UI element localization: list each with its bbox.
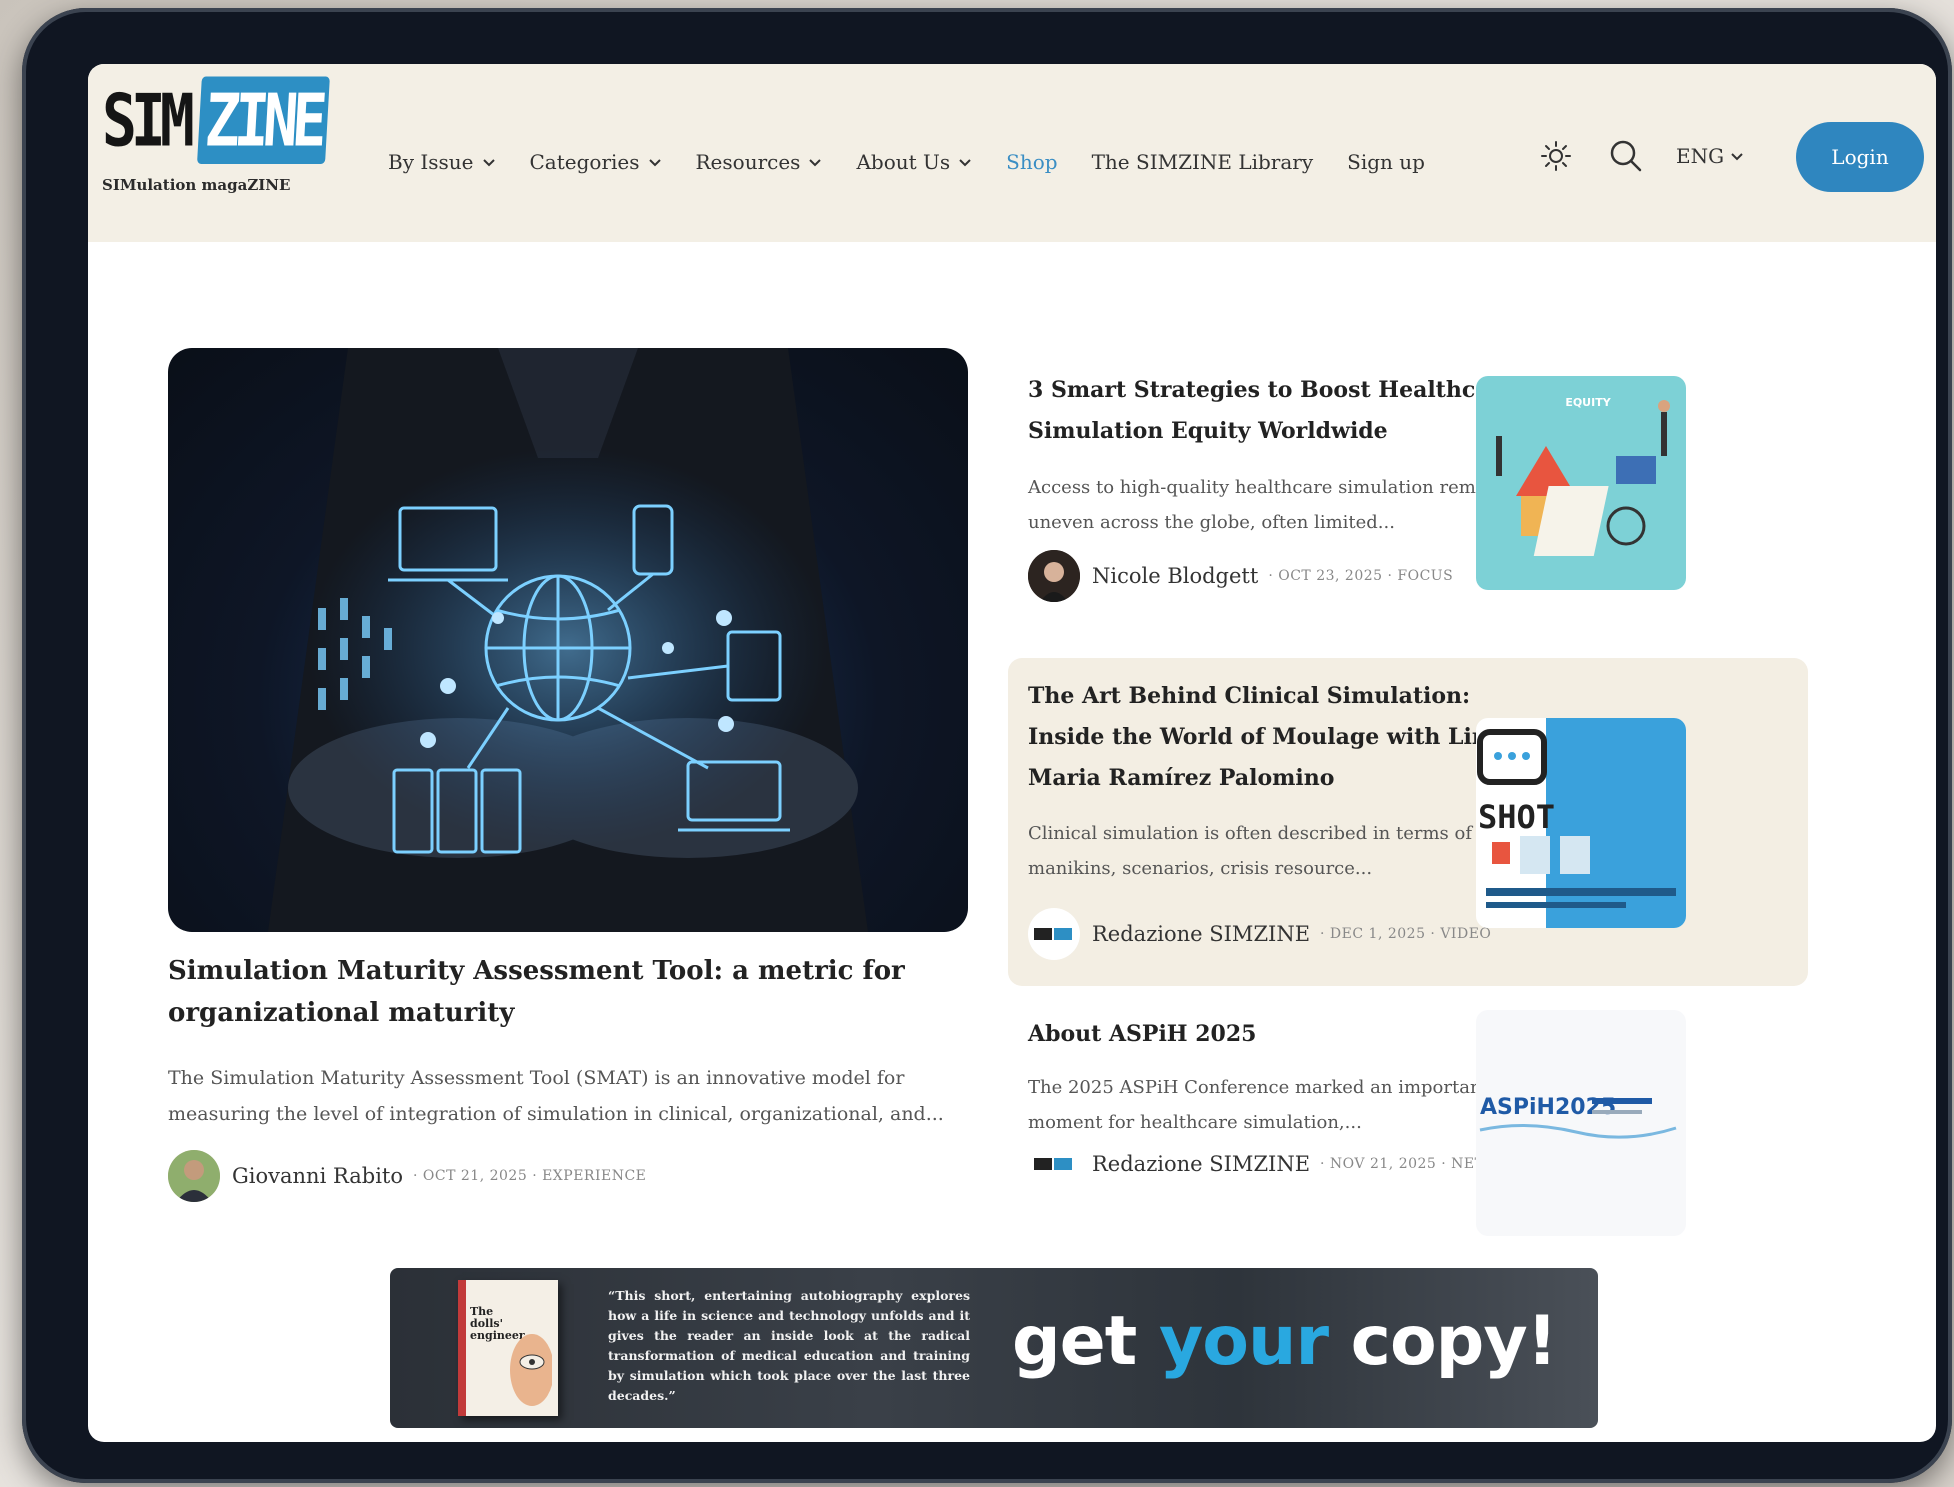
article-thumbnail[interactable]: EQUITY — [1476, 376, 1686, 590]
avatar[interactable] — [1028, 1138, 1080, 1190]
main-nav: By Issue Categories Resources About Us S… — [388, 142, 1459, 182]
search-icon — [1610, 140, 1642, 172]
get-your-copy-cta[interactable]: get your copy! — [1012, 1292, 1558, 1392]
nav-label: Categories — [529, 150, 640, 174]
header-tools: ENG — [1536, 136, 1778, 176]
chevron-down-icon — [482, 159, 495, 167]
avatar[interactable] — [1028, 908, 1080, 960]
featured-article-excerpt: The Simulation Maturity Assessment Tool … — [168, 1067, 944, 1125]
simzine-logo-icon — [1034, 1158, 1072, 1170]
article-meta: Redazione SIMZINE · NOV 21, 2025 · NETWO… — [1028, 1138, 1533, 1190]
simzine-logo-icon — [1034, 928, 1072, 940]
article-meta: Redazione SIMZINE · DEC 1, 2025 · VIDEO — [1028, 908, 1491, 960]
featured-article-image[interactable] — [168, 348, 968, 932]
article-meta: Nicole Blodgett · OCT 23, 2025 · FOCUS — [1028, 550, 1453, 602]
promo-quote: “This short, entertaining autobiography … — [608, 1288, 970, 1403]
logo-zine-text: ZINE — [196, 76, 330, 164]
author-name[interactable]: Giovanni Rabito — [232, 1164, 403, 1188]
logo-mark: SIM ZINE — [102, 76, 330, 164]
health-equity-illustration: EQUITY — [1476, 376, 1686, 590]
avatar[interactable] — [168, 1150, 220, 1202]
logo-tagline: SIMulation magaZINE — [102, 176, 291, 194]
featured-article-title[interactable]: Simulation Maturity Assessment Tool: a m… — [168, 950, 968, 1034]
article-date-category: · DEC 1, 2025 · VIDEO — [1320, 926, 1492, 942]
nav-by-issue[interactable]: By Issue — [388, 150, 496, 174]
login-button[interactable]: Login — [1796, 122, 1924, 192]
author-name[interactable]: Nicole Blodgett — [1092, 564, 1258, 588]
author-avatar-icon — [168, 1150, 220, 1202]
article-excerpt: The 2025 ASPiH Conference marked an impo… — [1028, 1077, 1489, 1133]
tablet-frame: SIM ZINE SIMulation magaZINE By Issue Ca… — [22, 8, 1952, 1483]
author-name[interactable]: Redazione SIMZINE — [1092, 1152, 1310, 1176]
thumb-label: EQUITY — [1565, 396, 1611, 409]
article-excerpt: Clinical simulation is often described i… — [1028, 823, 1472, 879]
nav-shop[interactable]: Shop — [1006, 150, 1057, 174]
article-title[interactable]: The Art Behind Clinical Simulation: Insi… — [1028, 676, 1528, 799]
cta-text: get — [1012, 1302, 1159, 1381]
author-avatar-icon — [1028, 550, 1080, 602]
nav-label: About Us — [856, 150, 951, 174]
nav-simzine-library[interactable]: The SIMZINE Library — [1092, 150, 1314, 174]
book-face-illustration — [510, 1334, 552, 1406]
article-thumbnail[interactable]: ASPiH2025 — [1476, 1010, 1686, 1236]
nav-label: Shop — [1006, 150, 1058, 174]
article-card[interactable]: 3 Smart Strategies to Boost Healthcare S… — [1008, 350, 1808, 602]
article-thumbnail[interactable]: SHOT — [1476, 718, 1686, 928]
logo-sim-text: SIM — [102, 77, 195, 163]
chevron-down-icon — [959, 159, 971, 167]
search-button[interactable] — [1606, 136, 1646, 176]
sun-icon — [1541, 141, 1571, 171]
cta-accent-text: your — [1158, 1302, 1329, 1381]
nav-resources[interactable]: Resources — [696, 150, 823, 174]
article-title[interactable]: 3 Smart Strategies to Boost Healthcare S… — [1028, 370, 1528, 452]
thumb-label: SHOT — [1478, 798, 1555, 836]
book-cover: The dolls' engineer — [458, 1280, 558, 1416]
article-date-category: · OCT 23, 2025 · FOCUS — [1268, 568, 1454, 584]
nav-about-us[interactable]: About Us — [856, 150, 972, 174]
article-card-highlighted[interactable]: The Art Behind Clinical Simulation: Insi… — [1008, 658, 1808, 986]
chevron-down-icon — [648, 159, 661, 167]
nav-label: The SIMZINE Library — [1091, 150, 1314, 174]
nav-label: Resources — [695, 150, 801, 174]
site-logo[interactable]: SIM ZINE SIMulation magaZINE — [102, 76, 330, 214]
browser-screen: SIM ZINE SIMulation magaZINE By Issue Ca… — [88, 64, 1936, 1442]
nav-label: By Issue — [388, 150, 474, 174]
language-selector[interactable]: ENG — [1676, 144, 1744, 168]
featured-article-meta: Giovanni Rabito · OCT 21, 2025 · EXPERIE… — [168, 1150, 646, 1202]
language-label: ENG — [1676, 144, 1725, 168]
theme-toggle-button[interactable] — [1536, 136, 1576, 176]
article-title[interactable]: About ASPiH 2025 — [1028, 1014, 1528, 1055]
chevron-down-icon — [1731, 153, 1743, 161]
shot-video-illustration: SHOT — [1476, 718, 1686, 928]
aspih-conference-illustration: ASPiH2025 — [1476, 1010, 1686, 1236]
digital-network-illustration — [268, 348, 868, 932]
author-name[interactable]: Redazione SIMZINE — [1092, 922, 1310, 946]
site-header: SIM ZINE SIMulation magaZINE By Issue Ca… — [88, 64, 1936, 242]
avatar[interactable] — [1028, 550, 1080, 602]
article-card[interactable]: About ASPiH 2025 The 2025 ASPiH Conferen… — [1008, 1010, 1808, 1260]
article-date-category: · OCT 21, 2025 · EXPERIENCE — [413, 1168, 647, 1184]
article-excerpt: Access to high-quality healthcare simula… — [1028, 477, 1514, 533]
nav-label: Sign up — [1347, 150, 1425, 174]
nav-sign-up[interactable]: Sign up — [1347, 150, 1425, 174]
book-promo-banner[interactable]: The dolls' engineer “This short, enterta… — [390, 1268, 1598, 1428]
cta-text: copy! — [1327, 1302, 1558, 1381]
chevron-down-icon — [809, 159, 822, 167]
nav-categories[interactable]: Categories — [530, 150, 662, 174]
